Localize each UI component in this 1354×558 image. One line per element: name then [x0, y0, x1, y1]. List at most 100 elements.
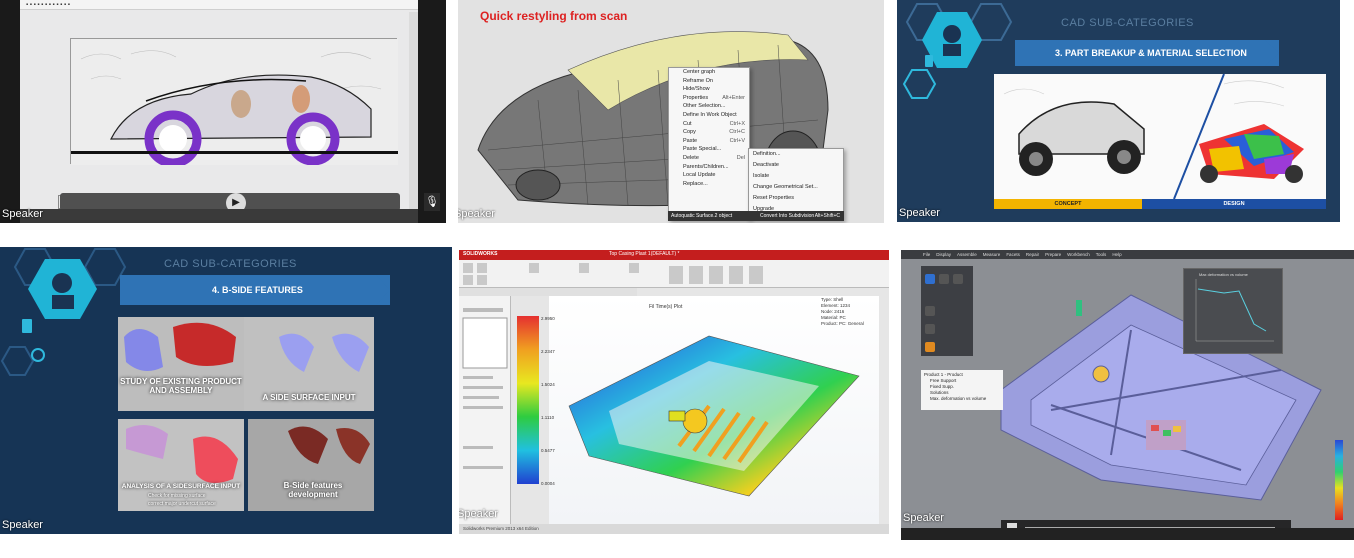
app-menu-item[interactable]: Measure	[983, 252, 1001, 257]
card-analysis-bullet-2: correct major undercut surface	[148, 501, 216, 507]
menu-item-shortcut: Ctrl+C	[729, 129, 745, 136]
app-menu-item[interactable]: Repair	[1026, 252, 1039, 257]
app-menu-bar[interactable]: File Display Assemble Measure Facets Repair Pr…	[901, 250, 1354, 259]
submenu-item[interactable]: Isolate	[749, 171, 843, 182]
menu-item-shortcut: Alt+Enter	[722, 94, 745, 101]
video-tile-1[interactable]: ▪ ▪ ▪ ▪ ▪ ▪ ▪ ▪ ▪ ▪ ▪ ▪ ▪	[0, 0, 446, 223]
object-menu-item[interactable]: Autoquatic Surface.2 object	[671, 213, 732, 219]
app-menu-item[interactable]: Display	[936, 252, 951, 257]
window-title: Top Casing Plast 1(DEFAULT) *	[609, 251, 680, 257]
buggy-illustration	[994, 73, 1326, 200]
car-sketch-drawing	[71, 39, 398, 168]
context-menu-item[interactable]: Center graph	[669, 68, 749, 77]
context-menu-item[interactable]: Parents/Children...	[669, 163, 749, 172]
context-menu-item[interactable]: Hide/Show	[669, 85, 749, 94]
legend-value: 1.5024	[541, 382, 555, 387]
video-tile-6[interactable]: File Display Assemble Measure Facets Repair Pr…	[901, 250, 1354, 540]
heat-tool-icon[interactable]	[925, 342, 935, 352]
mic-muted-icon[interactable]: 🎙	[424, 193, 440, 211]
card-analysis-bullet-1: Check for missing surface	[148, 493, 206, 499]
context-menu-item[interactable]: Other Selection...	[669, 102, 749, 111]
context-menu-item[interactable]: Local Update	[669, 171, 749, 180]
convert-shortcut: Alt+Shift+C	[814, 213, 840, 219]
context-menu-item[interactable]: Copy Ctrl+C	[669, 128, 749, 137]
context-menu[interactable]: Center graph Reframe On Hide/Show Propertie…	[668, 67, 750, 221]
property-manager-panel[interactable]	[459, 296, 511, 524]
select-tool-icon[interactable]	[925, 274, 935, 284]
context-menu-item[interactable]: Paste Special...	[669, 145, 749, 154]
section-banner: 4. B-SIDE FEATURES	[120, 275, 390, 305]
slide-heading: Quick restyling from scan	[480, 9, 628, 23]
menu-item-label: Other Selection...	[683, 103, 726, 110]
pull-tool-icon[interactable]	[953, 274, 963, 284]
property-manager-lines	[462, 308, 508, 469]
bottom-status-bar	[901, 528, 1354, 540]
submenu-item[interactable]: Definition...	[749, 149, 843, 160]
video-tile-4[interactable]: CAD SUB-CATEGORIES 4. B-SIDE FEATURES ST…	[0, 247, 452, 534]
menu-bar[interactable]: ▪ ▪ ▪ ▪ ▪ ▪ ▪ ▪ ▪ ▪ ▪ ▪	[20, 0, 418, 10]
speaker-label: Speaker	[2, 208, 43, 220]
menu-item-label: Properties	[683, 94, 709, 101]
context-menu-item[interactable]: Define In Work Object	[669, 111, 749, 120]
context-menu-item[interactable]: Properties Alt+Enter	[669, 94, 749, 103]
app-menu-item[interactable]: Help	[1112, 252, 1121, 257]
context-menu-item[interactable]: Cut Ctrl+X	[669, 120, 749, 129]
submenu-item[interactable]: Deactivate	[749, 160, 843, 171]
context-menu-item[interactable]: Replace...	[669, 180, 749, 189]
banner-label: 4. B-SIDE FEATURES	[212, 285, 303, 295]
cad-app-window: ▪ ▪ ▪ ▪ ▪ ▪ ▪ ▪ ▪ ▪ ▪ ▪ ▪	[20, 0, 418, 223]
command-tabs[interactable]	[459, 288, 637, 296]
speaker-label: Speaker	[459, 508, 498, 520]
submenu-item[interactable]: Change Geometrical Set...	[749, 182, 843, 193]
context-menu-item[interactable]: Reframe On	[669, 77, 749, 86]
app-menu-item[interactable]: Workbench	[1067, 252, 1090, 257]
right-toolbar[interactable]	[409, 12, 418, 212]
context-menu-footer[interactable]: Autoquatic Surface.2 object Convert Into…	[668, 211, 844, 221]
convert-menu-item[interactable]: Convert Into Subdivision	[760, 211, 814, 221]
section-banner: 3. PART BREAKUP & MATERIAL SELECTION	[1015, 40, 1279, 66]
category-title: CAD SUB-CATEGORIES	[164, 258, 297, 270]
play-icon: ▶	[232, 197, 240, 208]
submenu-item-label: Isolate	[753, 173, 770, 179]
ribbon-buttons	[463, 263, 763, 285]
submenu-item-label: Deactivate	[753, 162, 779, 168]
submenu-item[interactable]: Reset Properties	[749, 193, 843, 204]
simulate-tool-icon[interactable]	[925, 324, 935, 334]
context-menu-item[interactable]: Paste Ctrl+V	[669, 137, 749, 146]
concept-bar: CONCEPT	[994, 199, 1142, 209]
context-menu-item[interactable]: Delete Del	[669, 154, 749, 163]
menu-item-label: Delete	[683, 154, 699, 161]
card-study-label: STUDY OF EXISTING PRODUCT AND ASSEMBLY	[120, 377, 242, 395]
command-ribbon[interactable]	[459, 260, 889, 288]
menu-item-label: Copy	[683, 129, 696, 136]
menu-item-label: Replace...	[683, 180, 708, 187]
app-menu-item[interactable]: Tools	[1096, 252, 1107, 257]
menu-item-label: Center graph	[683, 69, 716, 75]
part-viewport[interactable]	[549, 296, 879, 524]
tool-palette[interactable]	[921, 266, 973, 356]
fill-time-legend	[517, 316, 539, 484]
video-tile-3[interactable]: CAD SUB-CATEGORIES 3. PART BREAKUP & MAT…	[897, 0, 1340, 222]
app-menu-item[interactable]: Prepare	[1045, 252, 1061, 257]
card-bside: B-Side features development	[248, 419, 374, 511]
legend-value: 2.9950	[541, 316, 555, 321]
taskbar	[20, 209, 418, 223]
app-menu-item[interactable]: File	[923, 252, 930, 257]
graph-title: Max deformation vs volume	[1199, 272, 1248, 277]
model-tree[interactable]: Product 1 - Product Free Support Fixed Sup…	[921, 370, 1003, 410]
speaker-label: Speaker	[2, 519, 43, 531]
menu-item-label: Paste Special...	[683, 146, 722, 153]
card-aside-label: A SIDE SURFACE INPUT	[262, 393, 356, 402]
menu-item-shortcut: Ctrl+V	[729, 137, 745, 144]
app-menu-item[interactable]: Facets	[1006, 252, 1020, 257]
video-tile-2[interactable]: Quick restyling from scan Center graph Re…	[458, 0, 884, 223]
solidworks-logo: SOLIDWORKS	[463, 251, 498, 257]
move-tool-icon[interactable]	[939, 274, 949, 284]
video-tile-5[interactable]: SOLIDWORKS Top Casing Plast 1(DEFAULT) *	[459, 250, 889, 534]
car-sketch-canvas[interactable]	[70, 38, 398, 168]
app-menu-item[interactable]: Assemble	[957, 252, 977, 257]
sketch-tool-icon[interactable]	[925, 306, 935, 316]
tree-item[interactable]: Max. deformation vs volume	[924, 396, 1000, 402]
deformation-graph[interactable]	[1183, 268, 1283, 354]
card-study: STUDY OF EXISTING PRODUCT AND ASSEMBLY	[118, 317, 244, 411]
